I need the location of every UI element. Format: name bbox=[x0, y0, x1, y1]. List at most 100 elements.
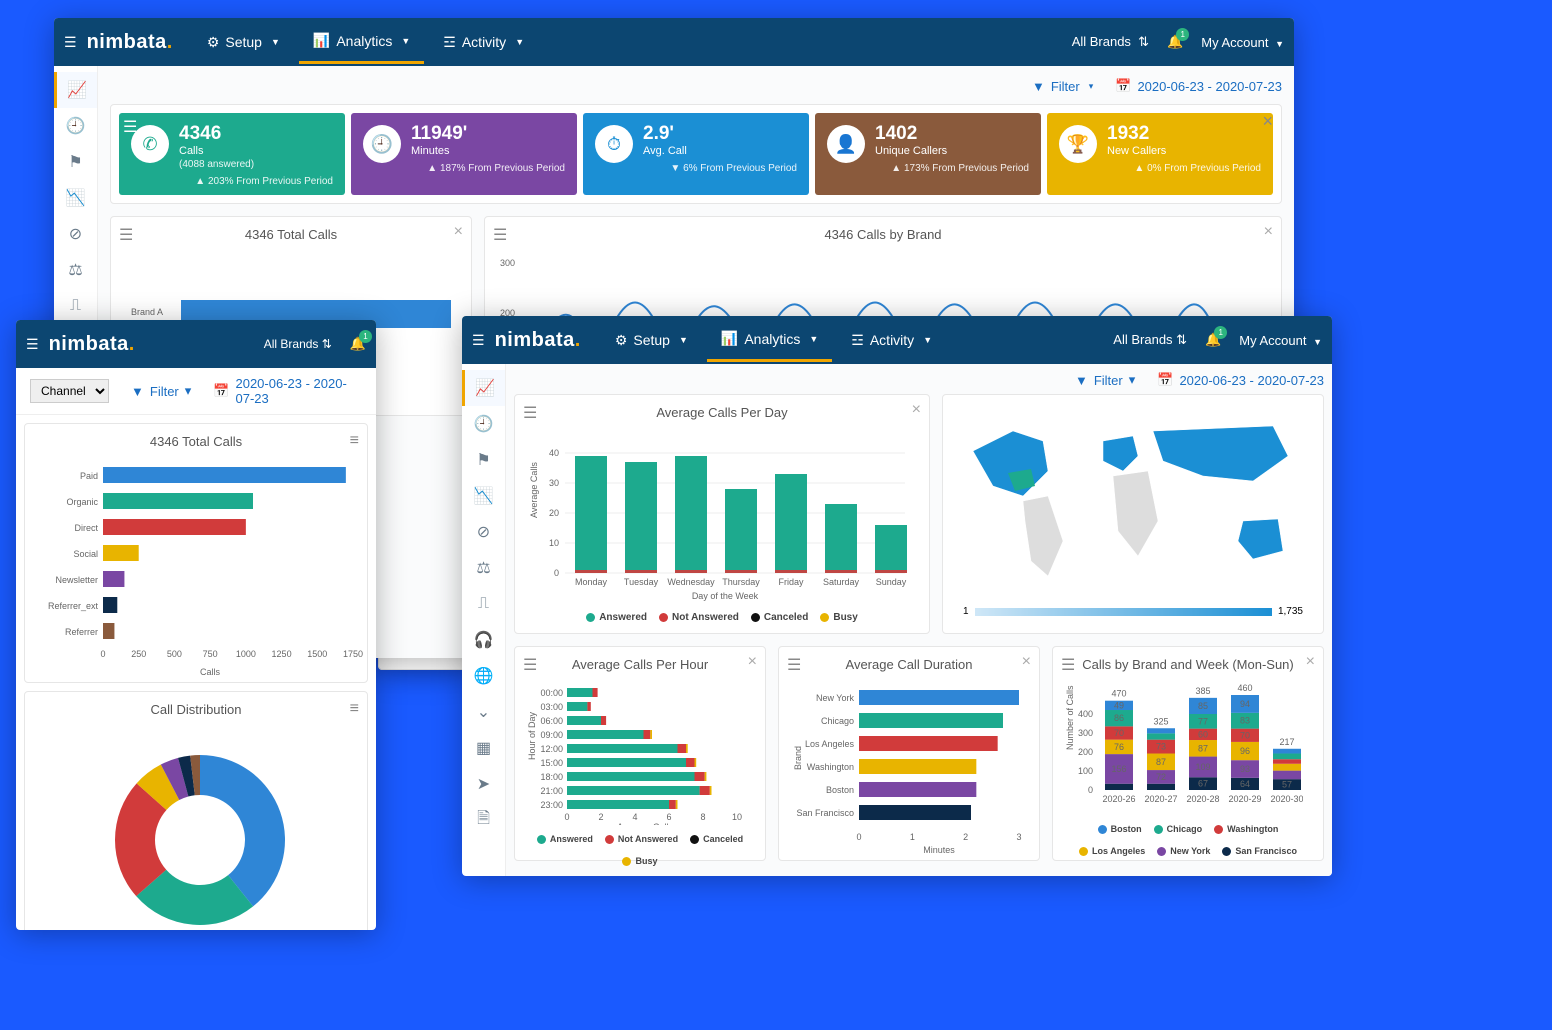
panel-menu-icon[interactable]: ☰ bbox=[523, 403, 537, 423]
date-range[interactable]: 📅 2020-06-23 - 2020-07-23 bbox=[1157, 372, 1324, 388]
account-menu[interactable]: My Account ▼ bbox=[1201, 35, 1284, 50]
svg-text:2: 2 bbox=[963, 832, 968, 842]
svg-text:Average Calls: Average Calls bbox=[617, 822, 673, 825]
panel-close-icon[interactable]: × bbox=[912, 401, 921, 419]
kpi-minutes[interactable]: 🕘 11949'Minutes▲ 187% From Previous Peri… bbox=[351, 113, 577, 195]
brand-selector[interactable]: All Brands ⇅ bbox=[1113, 332, 1187, 348]
date-range[interactable]: 📅2020-06-23 - 2020-07-23 bbox=[1115, 78, 1282, 94]
notifications-icon[interactable]: 🔔1 bbox=[1205, 332, 1221, 348]
svg-text:2020-26: 2020-26 bbox=[1102, 794, 1135, 804]
world-map[interactable] bbox=[953, 401, 1313, 601]
svg-text:72: 72 bbox=[1156, 772, 1166, 782]
date-range[interactable]: 📅 2020-06-23 - 2020-07-23 bbox=[213, 376, 362, 406]
nav-setup[interactable]: ⚙ Setup ▼ bbox=[601, 318, 702, 362]
axis-label: Brand A bbox=[131, 307, 163, 317]
notifications-icon[interactable]: 🔔1 bbox=[350, 336, 366, 352]
panel-menu-icon[interactable]: ☰ bbox=[1061, 655, 1075, 675]
nav-clock-icon[interactable]: 🕘 bbox=[462, 406, 505, 442]
svg-text:0: 0 bbox=[100, 649, 105, 659]
nav-trend-icon[interactable]: 📉 bbox=[54, 180, 97, 216]
nav-analytics[interactable]: 📊Analytics▼ bbox=[299, 20, 424, 64]
svg-text:87: 87 bbox=[1198, 743, 1208, 753]
channel-select[interactable]: Channel bbox=[30, 379, 109, 403]
dashboard-window-small: ☰ nimbata. All Brands ⇅ 🔔1 Channel ▼ Fil… bbox=[16, 320, 376, 930]
kpi-close-icon[interactable]: × bbox=[1262, 111, 1273, 132]
nav-dashboard-icon[interactable]: 📈 bbox=[462, 370, 505, 406]
funnel-icon: ▼ bbox=[1032, 79, 1045, 94]
svg-text:Wednesday: Wednesday bbox=[667, 577, 715, 587]
nav-setup[interactable]: ⚙Setup▼ bbox=[193, 20, 294, 64]
svg-text:Number of Calls: Number of Calls bbox=[1065, 685, 1075, 750]
menu-icon[interactable]: ☰ bbox=[26, 336, 39, 353]
svg-text:10: 10 bbox=[549, 538, 559, 548]
chart-icon: 📊 bbox=[313, 32, 330, 49]
svg-text:18:00: 18:00 bbox=[540, 772, 563, 782]
brand-logo[interactable]: nimbata. bbox=[49, 333, 135, 356]
nav-balance-icon[interactable]: ⚖ bbox=[54, 252, 97, 288]
nav-activity[interactable]: ☲ Activity ▼ bbox=[837, 318, 946, 362]
svg-text:6: 6 bbox=[666, 812, 671, 822]
kpi-unique[interactable]: 👤 1402Unique Callers▲ 173% From Previous… bbox=[815, 113, 1041, 195]
svg-text:57: 57 bbox=[1282, 780, 1292, 790]
svg-text:400: 400 bbox=[1078, 709, 1093, 719]
nav-globe-icon[interactable]: 🌐 bbox=[462, 658, 505, 694]
filter-button[interactable]: ▼Filter▾ bbox=[1032, 79, 1093, 94]
bar-chart-avg-duration: New YorkChicagoLos AngelesWashingtonBost… bbox=[789, 680, 1029, 855]
svg-text:325: 325 bbox=[1153, 716, 1168, 726]
panel-world-map: 1 1,735 bbox=[942, 394, 1324, 634]
panel-menu-icon[interactable]: ≡ bbox=[350, 700, 359, 718]
kpi-new[interactable]: 🏆 1932New Callers▲ 0% From Previous Peri… bbox=[1047, 113, 1273, 195]
nav-pulse-icon[interactable]: ⎍ bbox=[462, 586, 505, 622]
nav-doc-icon[interactable]: 🗎 bbox=[462, 802, 505, 838]
nav-activity[interactable]: ☲Activity▼ bbox=[429, 20, 538, 64]
brand-logo[interactable]: nimbata. bbox=[495, 329, 581, 352]
svg-text:86: 86 bbox=[1114, 713, 1124, 723]
svg-text:15:00: 15:00 bbox=[540, 758, 563, 768]
filter-button[interactable]: ▼ Filter ▾ bbox=[1075, 372, 1135, 388]
notifications-icon[interactable]: 🔔1 bbox=[1167, 34, 1183, 50]
svg-text:San Francisco: San Francisco bbox=[796, 808, 854, 818]
nav-flag-icon[interactable]: ⚑ bbox=[462, 442, 505, 478]
nav-dashboard-icon[interactable]: 📈 bbox=[54, 72, 97, 108]
nav-trend-icon[interactable]: 📉 bbox=[462, 478, 505, 514]
menu-icon[interactable]: ☰ bbox=[64, 34, 77, 51]
panel-close-icon[interactable]: × bbox=[1264, 223, 1273, 241]
panel-close-icon[interactable]: × bbox=[748, 653, 757, 671]
stopwatch-icon: ⏱ bbox=[595, 125, 633, 163]
nav-block-icon[interactable]: ⊘ bbox=[54, 216, 97, 252]
nav-table-icon[interactable]: ▦ bbox=[462, 730, 505, 766]
panel-menu-icon[interactable]: ☰ bbox=[119, 225, 133, 245]
panel-menu-icon[interactable]: ≡ bbox=[350, 432, 359, 450]
nav-location-icon[interactable]: ➤ bbox=[462, 766, 505, 802]
filter-button[interactable]: ▼ Filter ▾ bbox=[131, 383, 191, 399]
nav-analytics[interactable]: 📊 Analytics ▼ bbox=[707, 318, 832, 362]
panel-menu-icon[interactable]: ☰ bbox=[523, 655, 537, 675]
panel-close-icon[interactable]: × bbox=[454, 223, 463, 241]
panel-call-distribution: ≡ Call Distribution bbox=[24, 691, 368, 930]
kpi-avg-call[interactable]: ⏱ 2.9'Avg. Call▼ 6% From Previous Period bbox=[583, 113, 809, 195]
brand-logo[interactable]: nimbata. bbox=[87, 31, 173, 54]
nav-headset-icon[interactable]: 🎧 bbox=[462, 622, 505, 658]
chevron-down-icon: ▼ bbox=[515, 37, 524, 47]
kpi-calls[interactable]: ✆ 4346Calls(4088 answered)▲ 203% From Pr… bbox=[119, 113, 345, 195]
brand-selector[interactable]: All Brands ⇅ bbox=[1072, 34, 1149, 50]
brand-selector[interactable]: All Brands ⇅ bbox=[264, 337, 332, 351]
svg-text:217: 217 bbox=[1279, 737, 1294, 747]
gear-icon: ⚙ bbox=[207, 34, 220, 51]
panel-close-icon[interactable]: × bbox=[1022, 653, 1031, 671]
kpi-menu-icon[interactable]: ☰ bbox=[123, 117, 137, 137]
nav-balance-icon[interactable]: ⚖ bbox=[462, 550, 505, 586]
menu-icon[interactable]: ☰ bbox=[472, 332, 485, 349]
nav-expand-icon[interactable]: ⌄ bbox=[462, 694, 505, 730]
panel-avg-duration: ☰× Average Call Duration New YorkChicago… bbox=[778, 646, 1040, 861]
panel-close-icon[interactable]: × bbox=[1306, 653, 1315, 671]
nav-flag-icon[interactable]: ⚑ bbox=[54, 144, 97, 180]
nav-block-icon[interactable]: ⊘ bbox=[462, 514, 505, 550]
nav-clock-icon[interactable]: 🕘 bbox=[54, 108, 97, 144]
nav-pulse-icon[interactable]: ⎍ bbox=[54, 288, 97, 324]
account-menu[interactable]: My Account ▼ bbox=[1239, 333, 1322, 348]
panel-menu-icon[interactable]: ☰ bbox=[493, 225, 507, 245]
panel-title: Average Calls Per Hour bbox=[525, 657, 755, 672]
panel-menu-icon[interactable]: ☰ bbox=[787, 655, 801, 675]
svg-text:2020-28: 2020-28 bbox=[1186, 794, 1219, 804]
